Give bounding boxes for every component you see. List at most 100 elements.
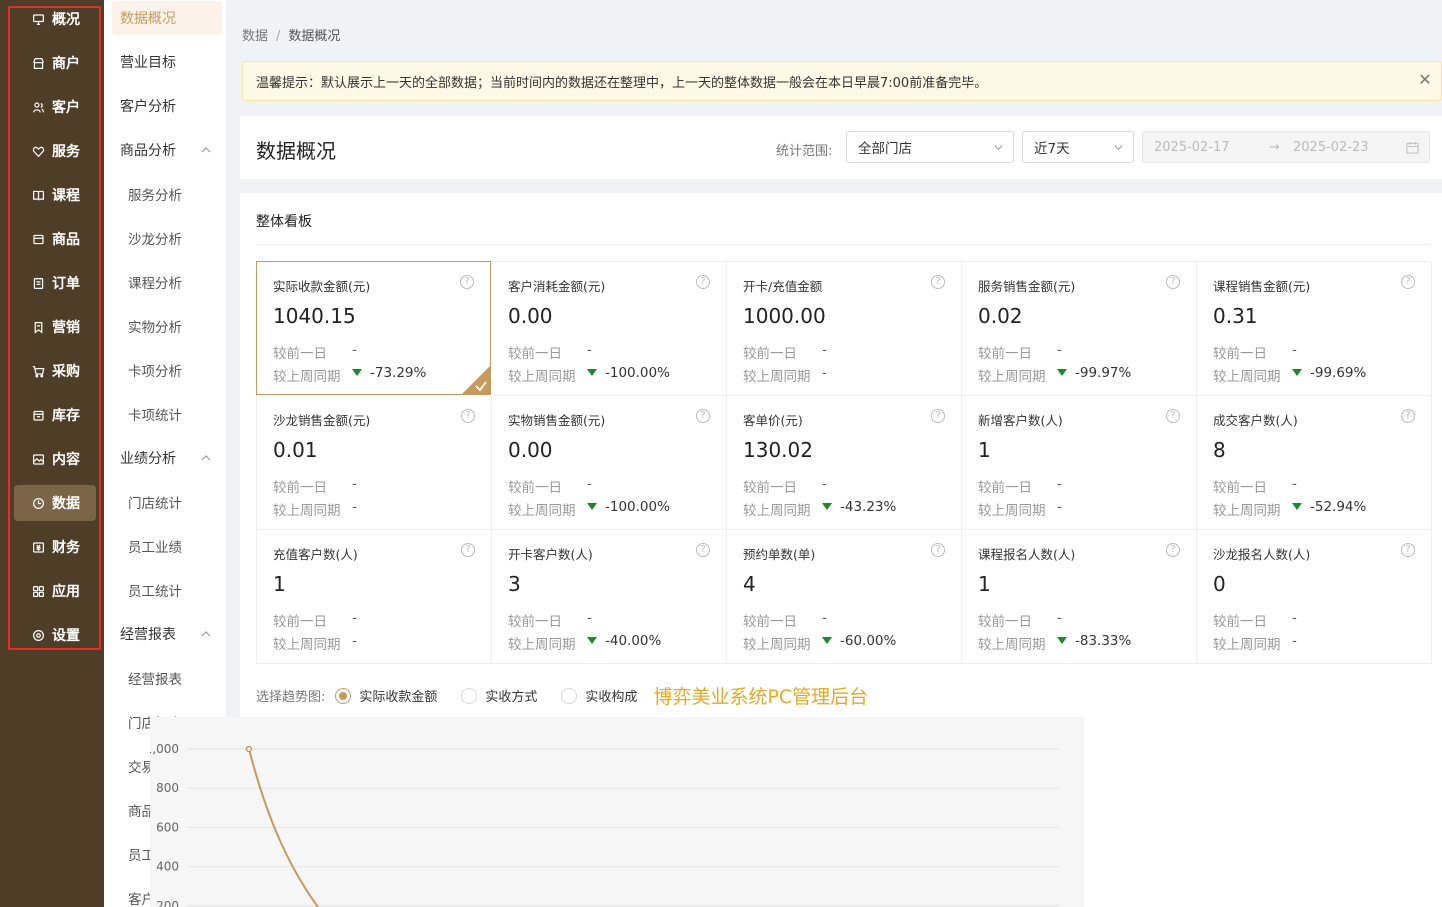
trend-option-composition[interactable]: 实收构成 <box>561 686 637 705</box>
subnav-item[interactable]: 员工统计 <box>112 573 222 607</box>
subnav-item[interactable]: 员工业绩 <box>112 529 222 563</box>
breadcrumb-parent[interactable]: 数据 <box>242 29 268 44</box>
metric-card[interactable]: 沙龙报名人数(人)? 0 较前一日 - 较上周同期 - <box>1197 530 1432 664</box>
help-icon[interactable]: ? <box>931 409 945 423</box>
help-icon[interactable]: ? <box>931 543 945 557</box>
sidebar-item-apps[interactable]: 应用 <box>14 573 96 609</box>
subnav-item[interactable]: 沙龙分析 <box>112 221 222 255</box>
data-point[interactable] <box>245 745 253 753</box>
sidebar-item-finance[interactable]: 财务 <box>14 529 96 565</box>
compare-value-text: -83.33% <box>1075 633 1132 649</box>
sidebar-item-label: 服务 <box>52 144 80 160</box>
subnav-item[interactable]: 门店统计 <box>112 485 222 519</box>
help-icon[interactable]: ? <box>461 543 475 557</box>
compare-label: 较前一日 <box>508 614 562 630</box>
help-icon[interactable]: ? <box>1166 543 1180 557</box>
cart-icon <box>30 363 46 379</box>
metric-card[interactable]: 预约单数(单)? 4 较前一日 - 较上周同期 -60.00% <box>727 530 962 664</box>
metric-value: 3 <box>508 572 521 596</box>
help-icon[interactable]: ? <box>696 409 710 423</box>
help-icon[interactable]: ? <box>696 543 710 557</box>
sidebar-item-label: 营销 <box>52 320 80 336</box>
sidebar-item-box[interactable]: 商品 <box>14 221 96 257</box>
sidebar-item-users[interactable]: 客户 <box>14 89 96 125</box>
sidebar-item-book[interactable]: 课程 <box>14 177 96 213</box>
help-icon[interactable]: ? <box>1401 275 1415 289</box>
compare-value: - <box>1057 342 1062 358</box>
date-range-picker[interactable]: 2025-02-17 → 2025-02-23 <box>1142 131 1430 163</box>
sidebar-item-order[interactable]: 订单 <box>14 265 96 301</box>
help-icon[interactable]: ? <box>1401 409 1415 423</box>
period-select[interactable]: 近7天 <box>1022 131 1134 163</box>
sidebar-item-pie-chart[interactable]: 数据 <box>14 485 96 521</box>
compare-value-text: - <box>1292 633 1297 649</box>
trend-option-payment-method[interactable]: 实收方式 <box>461 686 537 705</box>
sidebar-item-settings[interactable]: 设置 <box>14 617 96 653</box>
subnav-label: 客户分析 <box>120 99 176 115</box>
subnav-item[interactable]: 卡项分析 <box>112 353 222 387</box>
metric-card[interactable]: 课程报名人数(人)? 1 较前一日 - 较上周同期 -83.33% <box>962 530 1197 664</box>
subnav-item[interactable]: 经营报表 <box>112 661 222 695</box>
radio-checked-icon <box>335 687 352 704</box>
metric-card[interactable]: 课程销售金额(元)? 0.31 较前一日 - 较上周同期 -99.69% <box>1197 262 1432 396</box>
subnav-item[interactable]: 服务分析 <box>112 177 222 211</box>
close-icon[interactable]: ✕ <box>1417 72 1433 88</box>
subnav-label: 营业目标 <box>120 55 176 71</box>
store-select-value: 全部门店 <box>858 141 912 157</box>
sidebar-item-heart[interactable]: 服务 <box>14 133 96 169</box>
help-icon[interactable]: ? <box>931 275 945 289</box>
metric-card[interactable]: 沙龙销售金额(元)? 0.01 较前一日 - 较上周同期 - <box>257 396 492 530</box>
metric-card[interactable]: 客户消耗金额(元)? 0.00 较前一日 - 较上周同期 -100.00% <box>492 262 727 396</box>
sidebar-item-bookmark[interactable]: 营销 <box>14 309 96 345</box>
subnav-item[interactable]: 营业目标 <box>112 45 222 79</box>
compare-label: 较前一日 <box>273 346 327 362</box>
metric-card[interactable]: 服务销售金额(元)? 0.02 较前一日 - 较上周同期 -99.97% <box>962 262 1197 396</box>
subnav-item[interactable]: 客户分析 <box>112 89 222 123</box>
metric-card[interactable]: 充值客户数(人)? 1 较前一日 - 较上周同期 - <box>257 530 492 664</box>
metric-card[interactable]: 新增客户数(人)? 1 较前一日 - 较上周同期 - <box>962 396 1197 530</box>
metric-card[interactable]: 开卡客户数(人)? 3 较前一日 - 较上周同期 -40.00% <box>492 530 727 664</box>
compare-value: - <box>1292 342 1297 358</box>
metric-card[interactable]: 客单价(元)? 130.02 较前一日 - 较上周同期 -43.23% <box>727 396 962 530</box>
chevron-up-icon <box>201 631 211 637</box>
compare-label: 较上周同期 <box>1213 503 1281 519</box>
image-icon <box>30 451 46 467</box>
help-icon[interactable]: ? <box>1166 409 1180 423</box>
subnav-group[interactable]: 业绩分析 <box>112 441 222 475</box>
subnav-item[interactable]: 实物分析 <box>112 309 222 343</box>
sidebar-item-image[interactable]: 内容 <box>14 441 96 477</box>
store-select[interactable]: 全部门店 <box>846 131 1014 163</box>
compare-value-text: - <box>352 633 357 649</box>
down-arrow-icon <box>1292 369 1302 376</box>
subnav-group[interactable]: 商品分析 <box>112 133 222 167</box>
help-icon[interactable]: ? <box>1401 543 1415 557</box>
sidebar-item-label: 客户 <box>52 100 80 116</box>
help-icon[interactable]: ? <box>461 409 475 423</box>
sidebar-item-shop[interactable]: 商户 <box>14 45 96 81</box>
notice-banner: 温馨提示：默认展示上一天的全部数据；当前时间内的数据还在整理中，上一天的整体数据… <box>242 61 1442 101</box>
subnav-group[interactable]: 经营报表 <box>112 617 222 651</box>
subnav-label: 业绩分析 <box>120 451 176 467</box>
compare-prev-week: 较上周同期 -100.00% <box>508 499 670 519</box>
sidebar-item-label: 库存 <box>52 408 80 424</box>
help-icon[interactable]: ? <box>460 275 474 289</box>
sidebar-item-cart[interactable]: 采购 <box>14 353 96 389</box>
compare-prev-week: 较上周同期 -99.69% <box>1213 365 1366 385</box>
pie-chart-icon <box>30 495 46 511</box>
metric-value: 1040.15 <box>273 304 356 328</box>
metric-card[interactable]: 实际收款金额(元)? 1040.15 较前一日 - 较上周同期 -73.29% <box>256 261 491 395</box>
subnav-item[interactable]: 课程分析 <box>112 265 222 299</box>
compare-label: 较上周同期 <box>1213 637 1281 653</box>
metric-card[interactable]: 成交客户数(人)? 8 较前一日 - 较上周同期 -52.94% <box>1197 396 1432 530</box>
subnav-item[interactable]: 卡项统计 <box>112 397 222 431</box>
subnav-item[interactable]: 数据概况 <box>112 1 222 35</box>
subnav-label: 实物分析 <box>128 320 182 336</box>
metric-card[interactable]: 开卡/充值金额? 1000.00 较前一日 - 较上周同期 - <box>727 262 962 396</box>
trend-option-actual-revenue[interactable]: 实际收款金额 <box>335 686 437 705</box>
sidebar-item-monitor[interactable]: 概况 <box>14 1 96 37</box>
sidebar-item-warehouse[interactable]: 库存 <box>14 397 96 433</box>
sidebar-item-label: 财务 <box>52 540 80 556</box>
help-icon[interactable]: ? <box>1166 275 1180 289</box>
metric-card[interactable]: 实物销售金额(元)? 0.00 较前一日 - 较上周同期 -100.00% <box>492 396 727 530</box>
help-icon[interactable]: ? <box>696 275 710 289</box>
